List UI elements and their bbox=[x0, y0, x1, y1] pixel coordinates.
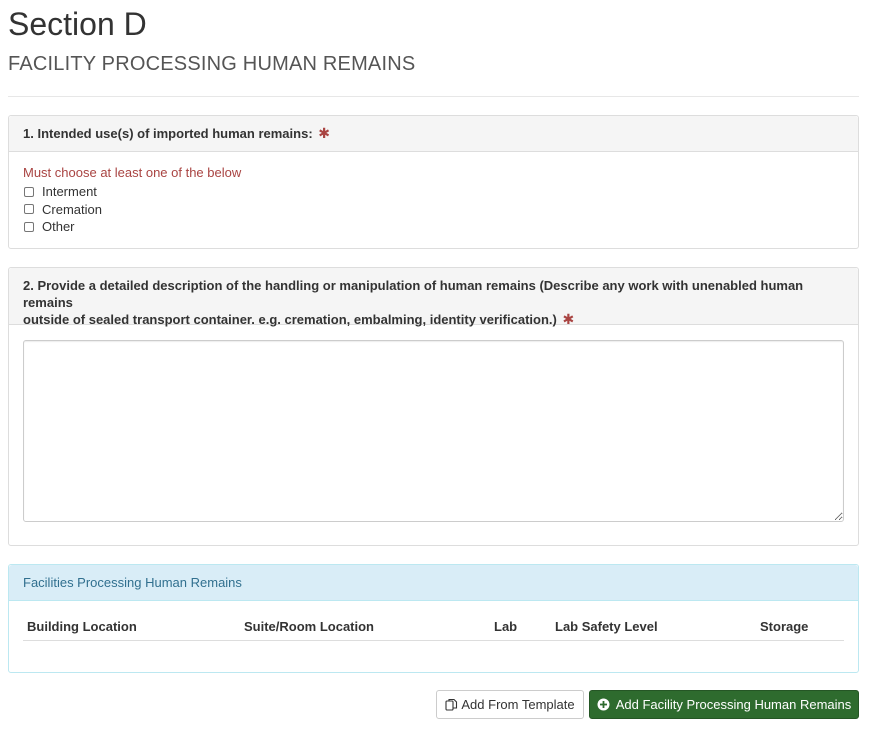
intended-use-heading: 1. Intended use(s) of imported human rem… bbox=[9, 116, 858, 152]
column-header-building-location[interactable]: Building Location bbox=[23, 615, 240, 641]
add-facility-button[interactable]: Add Facility Processing Human Remains bbox=[589, 690, 859, 719]
interment-checkbox[interactable] bbox=[24, 186, 34, 197]
other-label[interactable]: Other bbox=[42, 219, 75, 234]
cremation-label[interactable]: Cremation bbox=[42, 202, 102, 217]
column-header-storage[interactable]: Storage bbox=[756, 615, 844, 641]
intended-use-panel: 1. Intended use(s) of imported human rem… bbox=[8, 115, 859, 249]
intended-use-body: Must choose at least one of the below In… bbox=[9, 152, 858, 236]
column-header-suite-room-location[interactable]: Suite/Room Location bbox=[240, 615, 490, 641]
facilities-table-header-row: Building Location Suite/Room Location La… bbox=[23, 615, 844, 641]
plus-circle-icon bbox=[597, 698, 610, 711]
column-header-lab-safety-level[interactable]: Lab Safety Level bbox=[551, 615, 756, 641]
cremation-checkbox[interactable] bbox=[24, 204, 34, 215]
facilities-panel-title: Facilities Processing Human Remains bbox=[9, 565, 858, 601]
required-asterisk-icon: ✱ bbox=[562, 311, 575, 327]
option-interment[interactable]: Interment bbox=[23, 183, 844, 201]
option-other[interactable]: Other bbox=[23, 218, 844, 236]
handling-description-panel: 2. Provide a detailed description of the… bbox=[8, 267, 859, 546]
handling-description-label-line1: 2. Provide a detailed description of the… bbox=[23, 278, 804, 310]
interment-label[interactable]: Interment bbox=[42, 184, 97, 199]
copy-icon bbox=[445, 698, 458, 711]
facilities-table: Building Location Suite/Room Location La… bbox=[23, 615, 844, 641]
handling-description-textarea[interactable] bbox=[23, 340, 844, 522]
validation-message: Must choose at least one of the below bbox=[23, 165, 242, 180]
handling-description-label-line2: outside of sealed transport container. e… bbox=[23, 312, 557, 327]
add-from-template-label: Add From Template bbox=[461, 697, 575, 712]
header-divider bbox=[8, 96, 859, 97]
handling-description-label-line2-row: outside of sealed transport container. e… bbox=[23, 311, 844, 328]
handling-description-heading: 2. Provide a detailed description of the… bbox=[9, 268, 858, 328]
column-header-lab[interactable]: Lab bbox=[490, 615, 551, 641]
intended-use-label: 1. Intended use(s) of imported human rem… bbox=[23, 126, 313, 141]
page-title: Section D bbox=[8, 6, 147, 42]
add-from-template-button[interactable]: Add From Template bbox=[436, 690, 584, 719]
required-asterisk-icon: ✱ bbox=[318, 125, 331, 141]
page-subtitle: FACILITY PROCESSING HUMAN REMAINS bbox=[8, 53, 416, 75]
facilities-panel: Facilities Processing Human Remains Buil… bbox=[8, 564, 859, 673]
other-checkbox[interactable] bbox=[24, 221, 34, 232]
option-cremation[interactable]: Cremation bbox=[23, 201, 844, 219]
add-facility-label: Add Facility Processing Human Remains bbox=[615, 697, 852, 712]
